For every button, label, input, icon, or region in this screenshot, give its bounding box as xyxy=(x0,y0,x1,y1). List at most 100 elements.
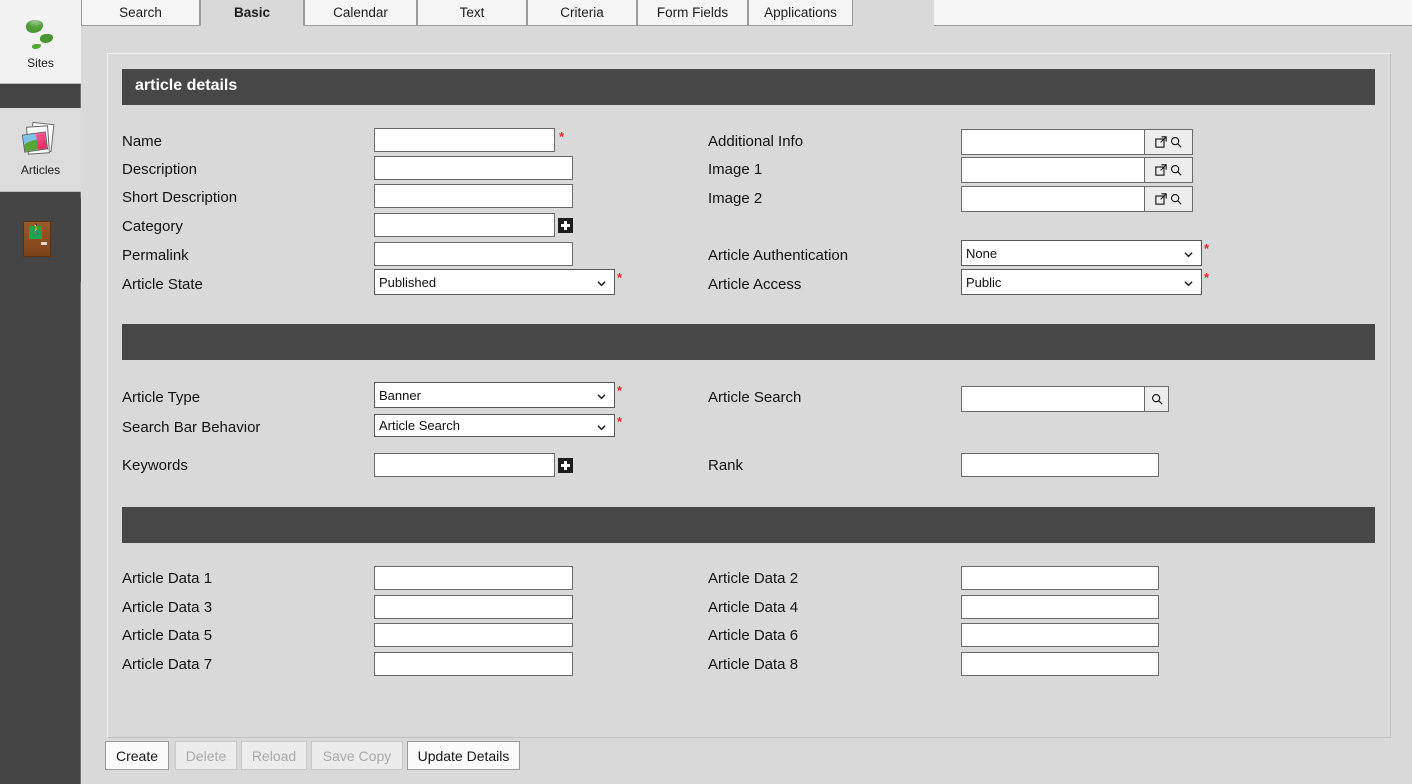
article-data-6-input[interactable] xyxy=(961,623,1159,647)
description-input[interactable] xyxy=(374,156,573,180)
image-2-actions[interactable] xyxy=(1145,186,1193,212)
label-article-data-1: Article Data 1 xyxy=(122,570,213,587)
keywords-input[interactable] xyxy=(374,453,555,477)
label-search-bar-behavior: Search Bar Behavior xyxy=(122,419,261,436)
article-type-select-wrap: Banner xyxy=(374,382,615,408)
content-area: article details Name * Description Short… xyxy=(81,26,1412,784)
tab-criteria[interactable]: Criteria xyxy=(527,0,637,26)
label-article-data-8: Article Data 8 xyxy=(708,656,799,673)
save-copy-button: Save Copy xyxy=(311,741,403,770)
label-article-data-5: Article Data 5 xyxy=(122,627,213,644)
sidebar-item-label: Sites xyxy=(27,55,54,70)
required-indicator-name: * xyxy=(559,129,565,144)
label-article-access: Article Access xyxy=(708,276,802,293)
image-1-input[interactable] xyxy=(961,157,1145,183)
label-article-data-6: Article Data 6 xyxy=(708,627,799,644)
delete-button: Delete xyxy=(175,741,237,770)
additional-info-actions[interactable] xyxy=(1145,129,1193,155)
label-image-2: Image 2 xyxy=(708,190,763,207)
tab-text[interactable]: Text xyxy=(417,0,527,26)
article-details-panel: article details Name * Description Short… xyxy=(107,53,1391,738)
image-2-input[interactable] xyxy=(961,186,1145,212)
search-icon[interactable] xyxy=(1151,393,1163,405)
tab-form-fields[interactable]: Form Fields xyxy=(637,0,748,26)
label-rank: Rank xyxy=(708,457,744,474)
label-short-description: Short Description xyxy=(122,189,238,206)
open-external-icon[interactable] xyxy=(1155,136,1167,148)
article-access-select[interactable]: Public xyxy=(961,269,1202,295)
article-data-1-input[interactable] xyxy=(374,566,573,590)
label-image-1: Image 1 xyxy=(708,161,763,178)
article-state-select-wrap: Published xyxy=(374,269,615,295)
article-data-3-input[interactable] xyxy=(374,595,573,619)
search-icon[interactable] xyxy=(1170,136,1182,148)
label-category: Category xyxy=(122,218,183,235)
open-external-icon[interactable] xyxy=(1155,193,1167,205)
section-header-article-details: article details xyxy=(122,69,1375,105)
search-icon[interactable] xyxy=(1170,193,1182,205)
article-authentication-select-wrap: None xyxy=(961,240,1202,266)
required-indicator-article-authentication: * xyxy=(1204,241,1210,256)
article-data-7-input[interactable] xyxy=(374,652,573,676)
additional-info-input[interactable] xyxy=(961,129,1145,155)
update-details-button[interactable]: Update Details xyxy=(407,741,520,770)
required-indicator-article-access: * xyxy=(1204,270,1210,285)
category-input[interactable] xyxy=(374,213,555,237)
article-data-4-input[interactable] xyxy=(961,595,1159,619)
open-external-icon[interactable] xyxy=(1155,164,1167,176)
article-data-2-input[interactable] xyxy=(961,566,1159,590)
tab-applications[interactable]: Applications xyxy=(748,0,853,26)
search-bar-behavior-select-wrap: Article Search xyxy=(374,414,615,437)
article-data-5-input[interactable] xyxy=(374,623,573,647)
article-authentication-select[interactable]: None xyxy=(961,240,1202,266)
permalink-input[interactable] xyxy=(374,242,573,266)
label-article-state: Article State xyxy=(122,276,203,293)
required-indicator-article-type: * xyxy=(617,383,623,398)
required-indicator-search-bar-behavior: * xyxy=(617,414,623,429)
article-search-input[interactable] xyxy=(961,386,1145,412)
article-data-8-input[interactable] xyxy=(961,652,1159,676)
create-button[interactable]: Create xyxy=(105,741,169,770)
articles-icon xyxy=(21,121,61,161)
label-article-data-4: Article Data 4 xyxy=(708,599,799,616)
image-1-actions[interactable] xyxy=(1145,157,1193,183)
label-article-search: Article Search xyxy=(708,389,802,406)
sidebar-item-label: Articles xyxy=(20,162,61,177)
section-header-article-type xyxy=(122,324,1375,360)
rank-input[interactable] xyxy=(961,453,1159,477)
article-state-select[interactable]: Published xyxy=(374,269,615,295)
label-description: Description xyxy=(122,161,198,178)
add-icon[interactable] xyxy=(558,218,573,233)
tab-calendar[interactable]: Calendar xyxy=(304,0,417,26)
tab-basic[interactable]: Basic xyxy=(200,0,304,26)
add-icon[interactable] xyxy=(558,458,573,473)
sidebar-item-sites[interactable]: Sites xyxy=(0,0,81,84)
label-additional-info: Additional Info xyxy=(708,133,804,150)
short-description-input[interactable] xyxy=(374,184,573,208)
required-indicator-article-state: * xyxy=(617,270,623,285)
article-type-select[interactable]: Banner xyxy=(374,382,615,408)
tab-bar-filler xyxy=(934,0,1412,26)
section-header-article-data xyxy=(122,507,1375,543)
sidebar-item-articles[interactable]: Articles xyxy=(0,108,81,192)
label-article-data-2: Article Data 2 xyxy=(708,570,799,587)
tab-bar: Search Basic Calendar Text Criteria Form… xyxy=(81,0,1412,26)
label-name: Name xyxy=(122,133,163,150)
exit-door-icon xyxy=(21,220,61,260)
search-bar-behavior-select[interactable]: Article Search xyxy=(374,414,615,437)
article-search-button[interactable] xyxy=(1145,386,1169,412)
left-sidebar: Sites Articles xyxy=(0,0,81,784)
label-article-data-7: Article Data 7 xyxy=(122,656,213,673)
name-input[interactable] xyxy=(374,128,555,152)
reload-button: Reload xyxy=(241,741,307,770)
search-icon[interactable] xyxy=(1170,164,1182,176)
label-permalink: Permalink xyxy=(122,247,189,264)
application-window: Sites Articles Search Basic Calendar Tex… xyxy=(0,0,1412,784)
label-keywords: Keywords xyxy=(122,457,188,474)
label-article-data-3: Article Data 3 xyxy=(122,599,213,616)
tab-search[interactable]: Search xyxy=(81,0,200,26)
label-article-type: Article Type xyxy=(122,389,201,406)
sidebar-item-exit[interactable] xyxy=(0,198,81,282)
globe-icon xyxy=(21,14,61,54)
label-article-authentication: Article Authentication xyxy=(708,247,849,264)
